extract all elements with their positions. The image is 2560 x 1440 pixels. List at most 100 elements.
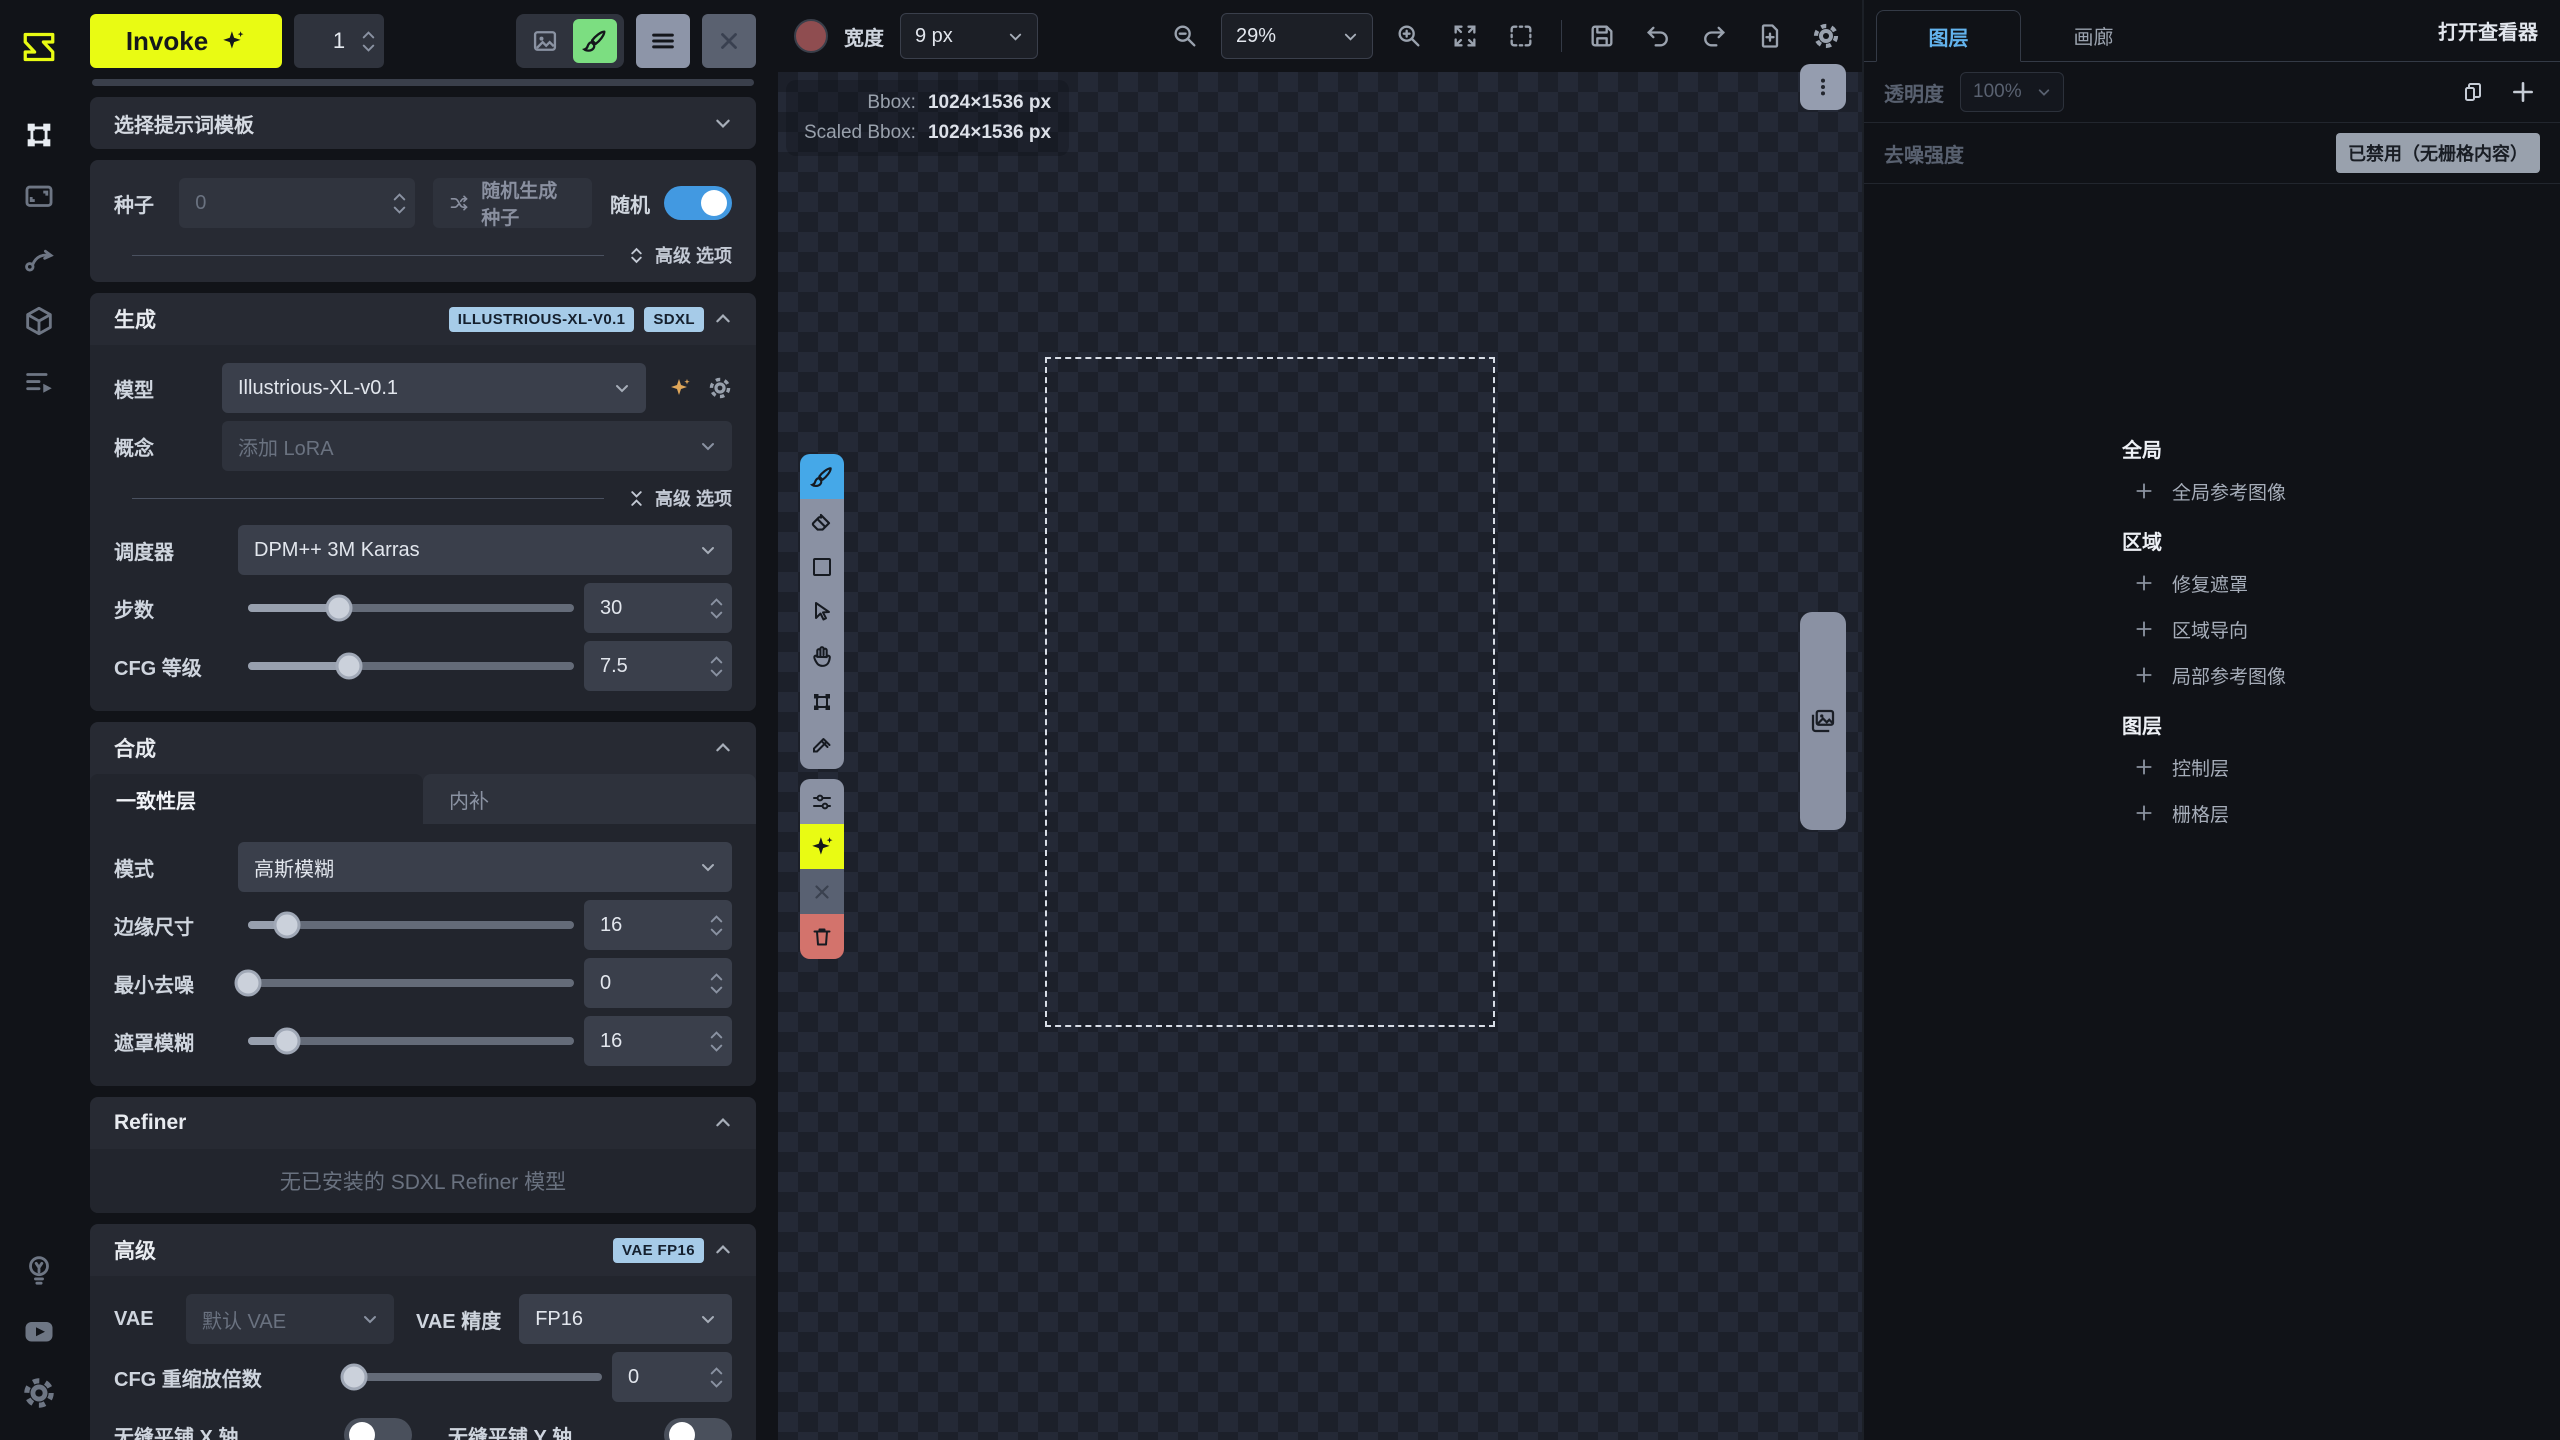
invoke-button[interactable]: Invoke — [90, 14, 282, 68]
tile-y-toggle[interactable] — [664, 1418, 732, 1440]
model-sparkle-icon[interactable] — [668, 376, 692, 400]
tab-inpaint[interactable]: 内补 — [423, 774, 756, 824]
brush-color-swatch[interactable] — [794, 19, 828, 53]
menu-hamburger-button[interactable] — [636, 14, 690, 68]
nav-queue-icon[interactable] — [16, 360, 62, 406]
edge-size-slider[interactable] — [248, 900, 574, 950]
lora-select[interactable]: 添加 LoRA — [222, 421, 732, 471]
vae-select[interactable]: 默认 VAE — [186, 1294, 394, 1344]
save-icon[interactable] — [1582, 16, 1622, 56]
cancel-button[interactable] — [702, 14, 756, 68]
vae-precision-select[interactable]: FP16 — [519, 1294, 732, 1344]
canvas-settings-gear-icon[interactable] — [1806, 16, 1846, 56]
generation-advanced-options[interactable]: 高级 选项 — [114, 475, 732, 521]
advanced-header[interactable]: 高级 VAE FP16 — [90, 1224, 756, 1276]
coherence-mode-select[interactable]: 高斯模糊 — [238, 842, 732, 892]
viewer-image-icon[interactable] — [523, 19, 567, 63]
brush-width-value: 9 px — [915, 25, 996, 48]
generation-bbox[interactable] — [1045, 357, 1495, 1027]
nav-upscale-icon[interactable] — [16, 174, 62, 220]
nav-models-icon[interactable] — [16, 298, 62, 344]
canvas-stage[interactable]: Bbox: 1024×1536 px Scaled Bbox: 1024×153… — [778, 72, 1862, 1440]
randomize-seed-button[interactable]: 随机生成种子 — [433, 178, 592, 228]
add-regional-guidance[interactable]: 区域导向 — [2122, 606, 2560, 652]
invoke-row: Invoke 1 — [90, 14, 756, 68]
invoke-sparkle-tool[interactable] — [800, 824, 844, 869]
eraser-tool[interactable] — [800, 499, 844, 544]
min-denoise-slider[interactable] — [248, 958, 574, 1008]
tab-gallery[interactable]: 画廊 — [2021, 9, 2166, 61]
duplicate-layer-icon[interactable] — [2456, 75, 2490, 109]
canvas-menu-kebab[interactable] — [1800, 64, 1846, 110]
model-select[interactable]: Illustrious-XL-v0.1 — [222, 363, 646, 413]
min-denoise-input[interactable]: 0 — [584, 958, 732, 1008]
filter-sliders-tool[interactable] — [800, 779, 844, 824]
tab-layers[interactable]: 图层 — [1876, 10, 2021, 62]
nav-workflows-icon[interactable] — [16, 236, 62, 282]
bbox-info-overlay: Bbox: 1024×1536 px Scaled Bbox: 1024×153… — [786, 80, 1069, 156]
add-global-reference-image[interactable]: 全局参考图像 — [2122, 468, 2560, 514]
zoom-in-icon[interactable] — [1389, 16, 1429, 56]
seed-steppers[interactable] — [393, 178, 406, 228]
steps-slider[interactable] — [248, 583, 574, 633]
add-inpaint-mask[interactable]: 修复遮罩 — [2122, 560, 2560, 606]
gallery-handle[interactable] — [1800, 612, 1846, 830]
add-regional-reference-image[interactable]: 局部参考图像 — [2122, 652, 2560, 698]
support-bulb-icon[interactable] — [16, 1246, 62, 1292]
scheduler-select[interactable]: DPM++ 3M Karras — [238, 525, 732, 575]
redo-icon[interactable] — [1694, 16, 1734, 56]
refiner-header[interactable]: Refiner — [90, 1097, 756, 1149]
pan-hand-tool[interactable] — [800, 634, 844, 679]
iterations-steppers[interactable] — [362, 14, 375, 68]
tab-coherence-pass[interactable]: 一致性层 — [90, 774, 423, 824]
seed-advanced-options[interactable]: 高级 选项 — [114, 232, 732, 278]
settings-gear-icon[interactable] — [16, 1370, 62, 1416]
cfg-rescale-slider[interactable] — [354, 1352, 602, 1402]
chevron-up-icon — [714, 1114, 732, 1132]
brush-tool[interactable] — [800, 454, 844, 499]
youtube-icon[interactable] — [16, 1308, 62, 1354]
seed-input[interactable]: 0 — [179, 178, 415, 228]
zoom-level-select[interactable]: 29% — [1221, 13, 1373, 59]
open-viewer-button[interactable]: 打开查看器 — [2416, 16, 2560, 45]
iterations-input[interactable]: 1 — [294, 14, 384, 68]
cfg-slider[interactable] — [248, 641, 574, 691]
tile-x-toggle[interactable] — [344, 1418, 412, 1440]
undo-icon[interactable] — [1638, 16, 1678, 56]
refiner-card: Refiner 无已安装的 SDXL Refiner 模型 — [90, 1097, 756, 1213]
new-session-icon[interactable] — [1750, 16, 1790, 56]
add-raster-layer[interactable]: 栅格层 — [2122, 790, 2560, 836]
rect-tool[interactable] — [800, 544, 844, 589]
edge-size-input[interactable]: 16 — [584, 900, 732, 950]
cfg-input[interactable]: 7.5 — [584, 641, 732, 691]
random-toggle[interactable] — [664, 186, 732, 220]
random-label: 随机 — [610, 189, 650, 218]
cfg-rescale-input[interactable]: 0 — [612, 1352, 732, 1402]
prompt-template-select[interactable]: 选择提示词模板 — [90, 97, 756, 149]
model-settings-gear-icon[interactable] — [708, 376, 732, 400]
bbox-tool[interactable] — [800, 679, 844, 724]
cancel-tool[interactable] — [800, 869, 844, 914]
add-control-layer[interactable]: 控制层 — [2122, 744, 2560, 790]
zoom-out-icon[interactable] — [1165, 16, 1205, 56]
delete-tool[interactable] — [800, 914, 844, 959]
color-picker-tool[interactable] — [800, 724, 844, 769]
nav-canvas-icon[interactable] — [16, 112, 62, 158]
mask-blur-input[interactable]: 16 — [584, 1016, 732, 1066]
compositing-header[interactable]: 合成 — [90, 722, 756, 774]
fit-to-view-icon[interactable] — [1445, 16, 1485, 56]
vae-badge: VAE FP16 — [613, 1238, 704, 1263]
fold-icon — [628, 490, 645, 507]
steps-input[interactable]: 30 — [584, 583, 732, 633]
brush-width-select[interactable]: 9 px — [900, 13, 1038, 59]
opacity-select[interactable]: 100% — [1960, 72, 2064, 112]
generation-header[interactable]: 生成 ILLUSTRIOUS-XL-V0.1 SDXL — [90, 293, 756, 345]
fit-bbox-icon[interactable] — [1501, 16, 1541, 56]
vae-precision-label: VAE 精度 — [416, 1305, 501, 1334]
select-tool[interactable] — [800, 589, 844, 634]
mask-blur-slider[interactable] — [248, 1016, 574, 1066]
plus-icon — [2134, 803, 2154, 823]
bbox-label: Bbox: — [804, 92, 916, 114]
add-layer-icon[interactable] — [2506, 75, 2540, 109]
canvas-brush-mode-icon[interactable] — [573, 19, 617, 63]
